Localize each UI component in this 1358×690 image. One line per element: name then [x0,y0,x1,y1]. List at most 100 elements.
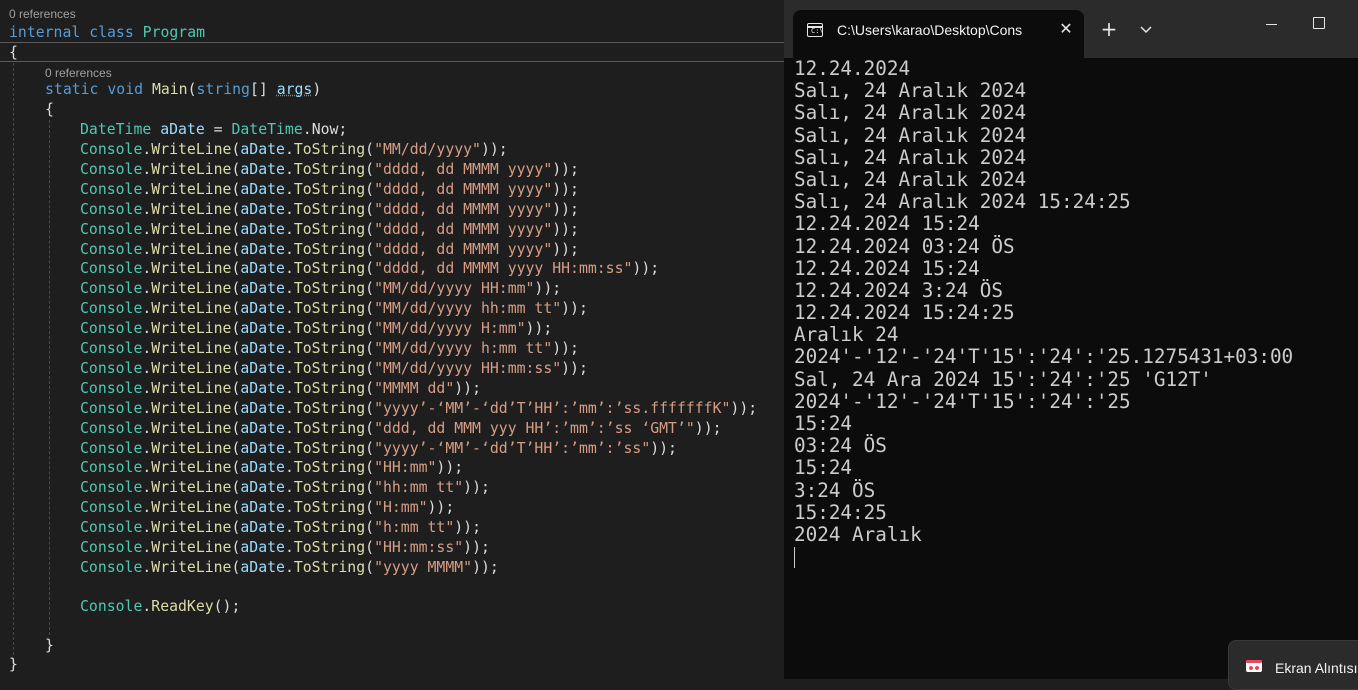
writeline-code-line[interactable]: Console.WriteLine(aDate.ToString("dddd, … [80,180,579,200]
dot: . [284,320,294,338]
writeline-code-line[interactable]: Console.WriteLine(aDate.ToString("MMMM d… [80,379,481,399]
open-paren: ( [365,459,375,477]
method-writeline: WriteLine [151,320,232,338]
class-console: Console [80,539,143,556]
console-output-line: 2024 Aralık [794,522,922,546]
console-output-line: Salı, 24 Aralık 2024 15:24:25 [794,190,1131,214]
writeline-code-line[interactable]: Console.WriteLine(aDate.ToString("dddd, … [80,200,579,220]
class-console: Console [80,160,143,178]
method-writeline: WriteLine [151,499,232,517]
terminal-tab[interactable]: C:\ C:\Users\karao\Desktop\Cons ✕ [793,10,1084,58]
maximize-icon[interactable] [1312,16,1326,30]
class-declaration-line[interactable]: internal class Program [9,23,205,43]
dot: . [142,459,152,477]
property-now: Now [311,121,339,138]
writeline-code-line[interactable]: Console.WriteLine(aDate.ToString("MM/dd/… [80,299,588,319]
writeline-code-line[interactable]: Console.WriteLine(aDate.ToString("MM/dd/… [80,140,508,160]
dot: . [142,240,152,258]
call-parens: (); [213,597,241,615]
tab-title: C:\Users\karao\Desktop\Cons [837,22,1023,38]
class-console: Console [80,459,143,477]
class-open-brace[interactable]: { [9,43,18,63]
writeline-code-line[interactable]: Console.WriteLine(aDate.ToString("yyyy’-… [80,439,677,459]
main-method-signature[interactable]: static void Main(string[] args) [45,80,321,100]
format-string: "hh:mm tt" [374,479,464,497]
close-call: )); [436,459,464,477]
writeline-code-line[interactable]: Console.WriteLine(aDate.ToString("ddd, d… [80,419,722,439]
dot: . [284,439,294,457]
code-editor[interactable]: 0 references internal class Program { 0 … [0,0,784,679]
minimize-icon[interactable] [1260,14,1284,34]
close-tab-icon[interactable]: ✕ [1055,18,1077,40]
writeline-code-line[interactable]: Console.WriteLine(aDate.ToString("dddd, … [80,160,579,180]
writeline-code-line[interactable]: Console.WriteLine(aDate.ToString("MM/dd/… [80,319,552,339]
line-separator [0,61,784,62]
writeline-code-line[interactable]: Console.WriteLine(aDate.ToString("h:mm t… [80,518,481,538]
writeline-code-line[interactable]: Console.WriteLine(aDate.ToString("hh:mm … [80,478,490,498]
dot: . [284,419,294,437]
writeline-code-line[interactable]: Console.WriteLine(aDate.ToString("HH:mm"… [80,458,463,478]
writeline-code-line[interactable]: Console.WriteLine(aDate.ToString("MM/dd/… [80,339,579,359]
console-output[interactable]: 12.24.2024 Salı, 24 Aralık 2024 Salı, 24 A… [794,57,1354,546]
format-string: "dddd, dd MMMM yyyy" [374,220,553,238]
console-output-line: 15:24 [794,412,853,435]
chevron-down-icon[interactable] [1136,18,1156,40]
format-string: "HH:mm:ss" [374,539,464,556]
console-output-line: 12.24.2024 15:24:25 [794,301,1015,325]
writeline-code-line[interactable]: Console.WriteLine(aDate.ToString("dddd, … [80,240,579,260]
dot: . [284,180,294,198]
format-string: "MM/dd/yyyy HH:mm" [374,280,535,298]
dot: . [142,300,152,318]
method-writeline: WriteLine [151,539,232,556]
class-console: Console [80,280,143,298]
open-paren: ( [365,200,375,218]
method-writeline: WriteLine [151,180,232,198]
readkey-line[interactable]: Console.ReadKey(); [80,597,240,617]
class-console: Console [80,479,143,497]
writeline-code-line[interactable]: Console.WriteLine(aDate.ToString("H:mm")… [80,498,454,518]
class-console: Console [80,240,143,258]
console-output-line: 3:24 ÖS [794,478,876,502]
writeline-code-line[interactable]: Console.WriteLine(aDate.ToString("dddd, … [80,220,579,240]
method-close-brace[interactable]: } [45,636,54,656]
close-call: )); [650,439,677,457]
method-writeline: WriteLine [151,240,232,258]
terminal-window[interactable]: C:\ C:\Users\karao\Desktop\Cons ✕ + 12.2… [784,0,1358,679]
dot: . [284,359,294,377]
dot: . [142,359,152,377]
writeline-code-line[interactable]: Console.WriteLine(aDate.ToString("MM/dd/… [80,279,561,299]
terminal-titlebar[interactable]: C:\ C:\Users\karao\Desktop\Cons ✕ + [784,0,1358,58]
dot: . [142,280,152,298]
variable-adate: aDate [240,399,285,417]
writeline-code-line[interactable]: Console.WriteLine(aDate.ToString("HH:mm:… [80,538,490,558]
method-references-codelens[interactable]: 0 references [45,66,112,80]
dot: . [142,180,152,198]
method-open-brace[interactable]: { [45,100,54,120]
console-output-line: Sal, 24 Ara 2024 15':'24':'25 'G12T' [794,367,1212,391]
class-console: Console [80,499,143,517]
format-string: "H:mm" [374,499,428,517]
format-string: "yyyy’-‘MM’-‘dd’T’HH’:’mm’:’ss" [374,439,651,457]
method-writeline: WriteLine [151,141,232,158]
method-writeline: WriteLine [151,459,232,477]
dot: . [284,479,294,497]
writeline-code-line[interactable]: Console.WriteLine(aDate.ToString("MM/dd/… [80,359,588,379]
dot: . [284,519,294,537]
dot: . [284,300,294,318]
writeline-code-line[interactable]: Console.WriteLine(aDate.ToString("dddd, … [80,259,659,279]
snipping-tool-notification[interactable]: Ekran Alıntısı [1228,640,1358,690]
close-call: )); [552,200,579,218]
class-console: Console [80,597,143,615]
open-paren: ( [365,160,375,178]
writeline-code-line[interactable]: Console.WriteLine(aDate.ToString("yyyy M… [80,558,499,578]
class-close-brace[interactable]: } [9,655,18,675]
method-tostring: ToString [293,379,366,397]
writeline-code-line[interactable]: Console.WriteLine(aDate.ToString("yyyy’-… [80,399,757,419]
new-tab-icon[interactable]: + [1098,17,1120,41]
class-references-codelens[interactable]: 0 references [9,7,76,21]
method-writeline: WriteLine [151,519,232,537]
variable-adate: aDate [240,379,285,397]
close-call: )); [463,479,490,497]
datetime-declaration-line[interactable]: DateTime aDate = DateTime.Now; [80,120,347,140]
console-output-line: 2024'-'12'-'24'T'15':'24':'25.1275431+03… [794,345,1294,369]
